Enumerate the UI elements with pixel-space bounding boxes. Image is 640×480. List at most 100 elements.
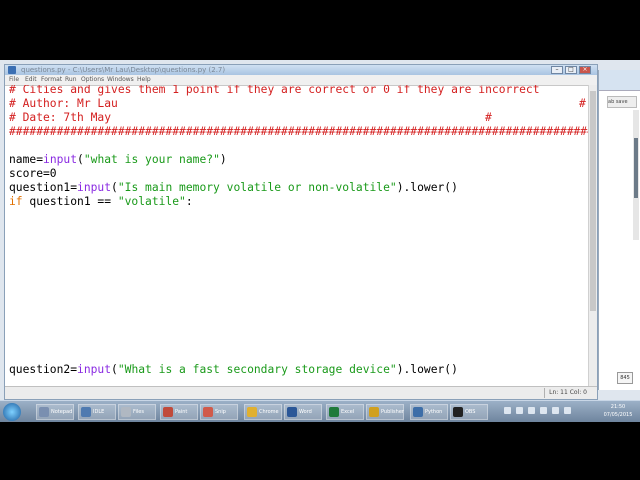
editor-titlebar[interactable]: questions.py - C:\Users\Mr Lau\Desktop\q… [5,65,597,75]
background-window[interactable]: ab save 845 [598,70,640,390]
word-icon [287,407,297,417]
taskbar-item-label: Excel [341,409,355,415]
notepad-icon [39,407,49,417]
menu-format[interactable]: Format [41,75,62,85]
code-token: ( [111,181,118,194]
code-token: ( [111,363,118,376]
taskbar-item-label: Publisher [381,409,404,415]
code-token: ).lower() [396,181,458,194]
code-token: : [185,195,193,208]
code-token: "volatile" [117,195,186,208]
paint-icon [163,407,173,417]
taskbar-item-excel[interactable]: Excel [326,404,364,420]
tray-flag-icon[interactable] [504,407,511,414]
tray-app-icon[interactable] [552,407,559,414]
chrome-icon [247,407,257,417]
menu-help[interactable]: Help [137,75,151,85]
code-line-if: if question1 == "volatile": [9,195,193,209]
code-line-question2: question2=input("What is a fast secondar… [9,363,458,377]
clock-date: 07/05/2015 [603,412,633,418]
code-token: input [77,363,112,376]
background-number-field[interactable]: 845 [617,372,633,384]
close-button[interactable]: × [579,66,591,74]
code-token: question1 == [22,195,118,208]
python-icon [413,407,423,417]
comment-date: # Date: 7th May [9,111,112,124]
desktop: ab save 845 questions.py - C:\Users\Mr L… [0,60,640,422]
taskbar-item-notepad[interactable]: Notepad [36,404,74,420]
tray-chevron-icon[interactable] [564,407,571,414]
taskbar-item-label: Paint [175,409,188,415]
code-token: "what is your name?" [83,153,220,166]
code-token: ).lower() [396,363,458,376]
taskbar-item-label: Snip [215,409,226,415]
taskbar: Notepad IDLE Files Paint Snip Chrome Word Excel… [0,400,640,422]
publisher-icon [369,407,379,417]
status-bar: Ln: 11 Col: 0 [5,386,597,399]
taskbar-item-label: OBS [465,409,476,415]
taskbar-item-obs[interactable]: OBS [450,404,488,420]
comment-author: # Author: Mr Lau [9,97,118,110]
taskbar-item-label: Files [133,409,144,415]
code-editor[interactable]: # Cities and gives them 1 point if they … [5,85,590,389]
code-token: input [43,153,78,166]
clock[interactable]: 21:50 07/05/2015 [598,403,638,419]
taskbar-item-chrome[interactable]: Chrome [244,404,282,420]
taskbar-item-label: IDLE [93,409,105,415]
taskbar-item-label: Python [425,409,443,415]
code-token: "What is a fast secondary storage device… [117,363,397,376]
menu-run[interactable]: Run [65,75,77,85]
code-token: question1= [9,181,78,194]
code-token: "Is main memory volatile or non-volatile… [117,181,397,194]
minimize-button[interactable]: – [551,66,563,74]
idle-icon [81,407,91,417]
window-title: questions.py - C:\Users\Mr Lau\Desktop\q… [21,66,226,74]
tray-network-icon[interactable] [516,407,523,414]
python-app-icon [8,66,16,74]
code-token: name= [9,153,44,166]
taskbar-item-paint[interactable]: Paint [160,404,198,420]
menu-file[interactable]: File [9,75,19,85]
vertical-scrollbar-thumb[interactable] [590,91,596,311]
taskbar-item-label: Chrome [259,409,279,415]
clock-time: 21:50 [610,404,626,410]
taskbar-item-files[interactable]: Files [118,404,156,420]
taskbar-item-idle[interactable]: IDLE [78,404,116,420]
code-token: ) [219,153,227,166]
code-token: question2= [9,363,78,376]
cursor-position: Ln: 11 Col: 0 [544,388,587,398]
editor-window: questions.py - C:\Users\Mr Lau\Desktop\q… [4,64,598,400]
taskbar-item-python[interactable]: Python [410,404,448,420]
menu-options[interactable]: Options [81,75,104,85]
comment-date-end: # [485,111,492,124]
code-line-score: score=0 [9,167,57,180]
comment-separator: ########################################… [9,125,590,138]
taskbar-item-label: Notepad [51,409,73,415]
code-line-name: name=input("what is your name?") [9,153,227,167]
tray-battery-icon[interactable] [540,407,547,414]
background-scrollbar-thumb[interactable] [634,138,638,198]
tray-volume-icon[interactable] [528,407,535,414]
comment-author-end: # [579,97,586,110]
taskbar-item-publisher[interactable]: Publisher [366,404,404,420]
background-window-titlebar[interactable] [599,70,640,91]
menu-windows[interactable]: Windows [107,75,134,85]
taskbar-item-word[interactable]: Word [284,404,322,420]
menu-edit[interactable]: Edit [25,75,37,85]
maximize-button[interactable]: □ [565,66,577,74]
obs-icon [453,407,463,417]
code-token: if [9,195,23,208]
code-token: ( [77,153,84,166]
vertical-scrollbar[interactable] [588,85,597,389]
code-token: input [77,181,112,194]
background-window-tab[interactable]: ab save [607,96,637,108]
files-icon [121,407,131,417]
comment-line: # Cities and gives them 1 point if they … [9,85,540,96]
code-line-question1: question1=input("Is main memory volatile… [9,181,458,195]
taskbar-item-label: Word [299,409,312,415]
snip-icon [203,407,213,417]
excel-icon [329,407,339,417]
system-tray [500,404,592,420]
taskbar-item-snip[interactable]: Snip [200,404,238,420]
start-button[interactable] [3,403,21,421]
